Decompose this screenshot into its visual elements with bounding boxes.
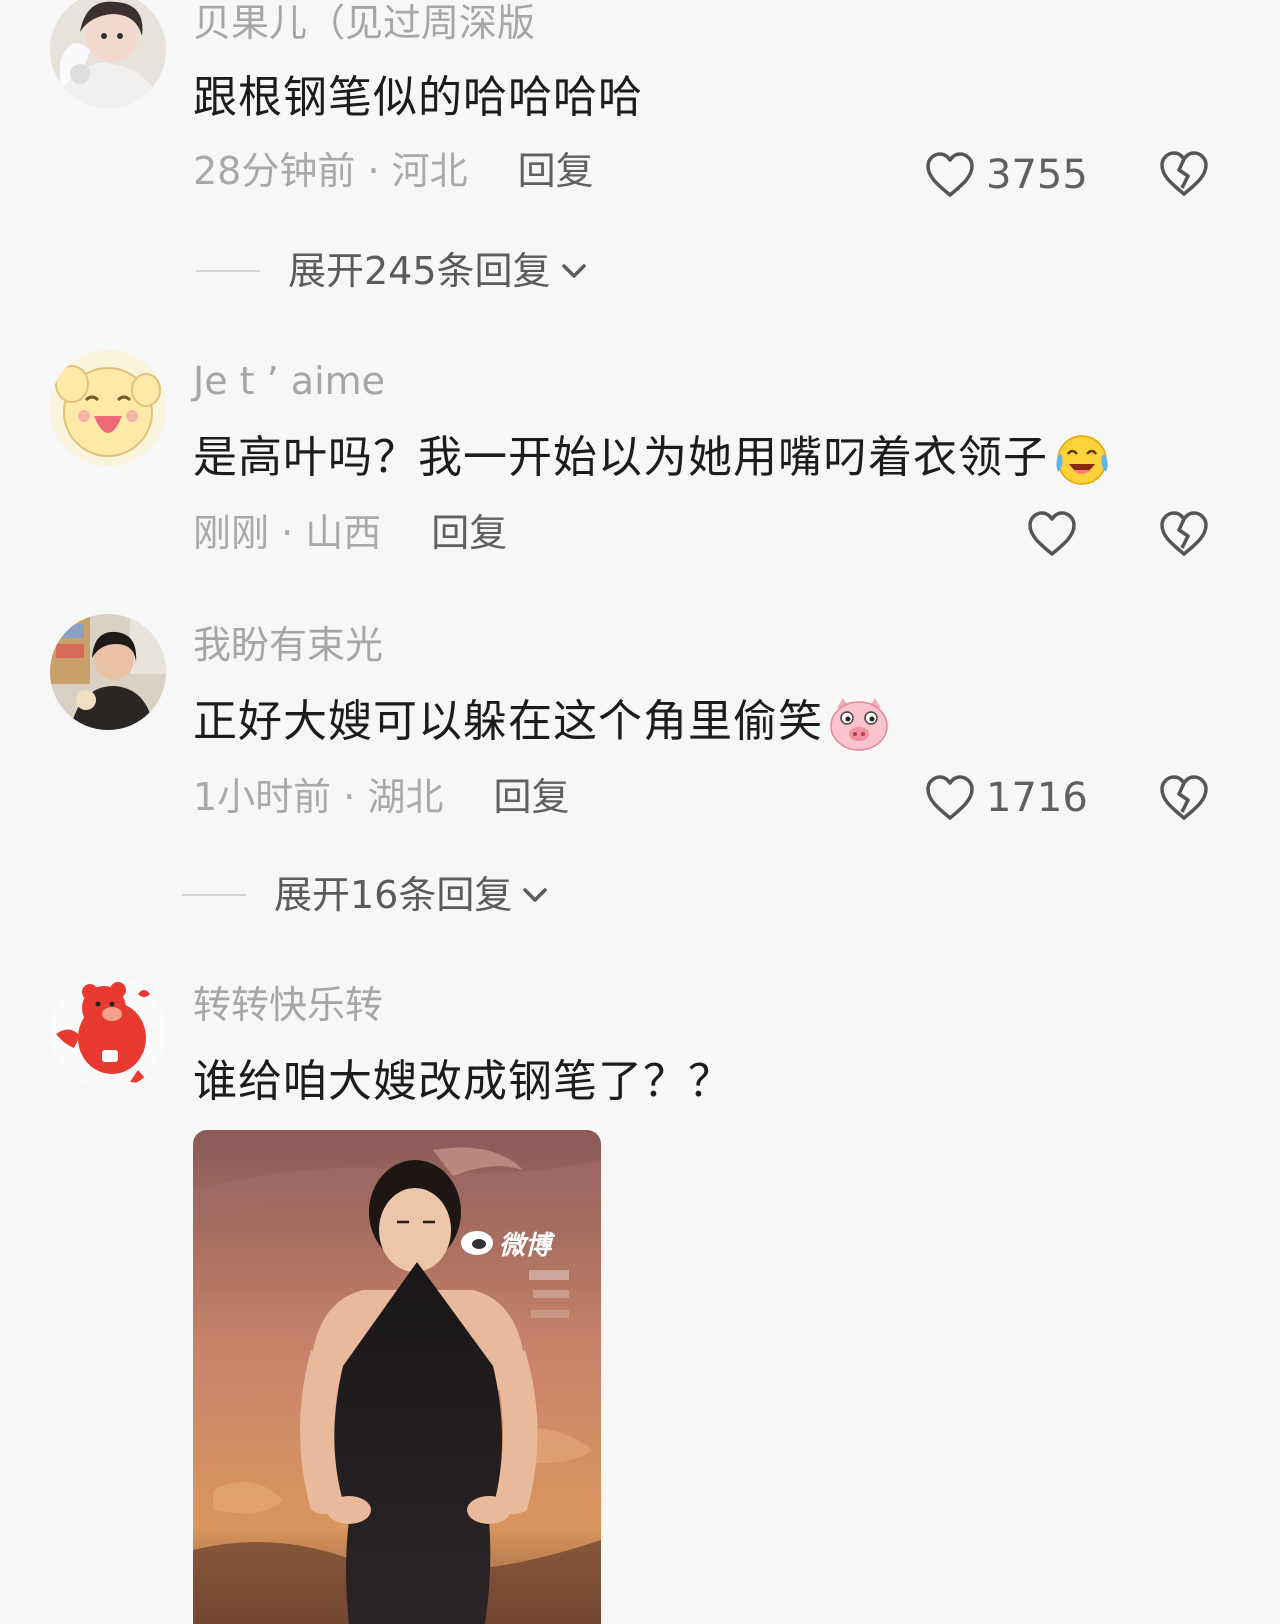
broken-heart-icon[interactable] bbox=[1158, 772, 1210, 824]
comment-location: 山西 bbox=[305, 511, 382, 555]
comment-time: 刚刚 bbox=[193, 511, 270, 555]
avatar[interactable] bbox=[50, 974, 166, 1090]
heart-icon bbox=[926, 775, 974, 820]
meta-separator: · bbox=[269, 511, 306, 555]
heart-icon bbox=[926, 152, 974, 197]
pig-face-emoji bbox=[830, 698, 888, 751]
comment-meta: 刚刚 · 山西 回复 bbox=[193, 514, 507, 552]
heart-icon bbox=[1028, 511, 1076, 556]
comment-time: 28分钟前 bbox=[193, 149, 356, 193]
comment-text: 是高叶吗？我一开始以为她用嘴叼着衣领子 bbox=[193, 432, 1112, 488]
comment-image[interactable]: 微博 bbox=[193, 1130, 601, 1624]
comment-text-content: 正好大嫂可以躲在这个角里偷笑 bbox=[193, 696, 823, 747]
expand-replies-label: 展开16条回复 bbox=[274, 873, 513, 917]
avatar[interactable] bbox=[50, 0, 166, 108]
broken-heart-icon[interactable] bbox=[1158, 508, 1210, 560]
avatar[interactable] bbox=[50, 614, 166, 730]
reply-button[interactable]: 回复 bbox=[518, 149, 594, 193]
watermark-text: 微博 bbox=[499, 1231, 556, 1261]
comment-username[interactable]: 我盼有束光 bbox=[193, 626, 383, 664]
comment-meta: 28分钟前 · 河北 回复 bbox=[193, 152, 594, 190]
comment-time: 1小时前 bbox=[193, 775, 332, 819]
crying-laughing-emoji bbox=[1056, 435, 1108, 485]
like-count: 1716 bbox=[986, 775, 1088, 821]
comment-username[interactable]: 贝果儿（见过周深版 bbox=[193, 4, 535, 42]
expand-replies-button[interactable]: 展开16条回复 bbox=[182, 876, 550, 914]
expand-replies-label: 展开245条回复 bbox=[288, 249, 551, 293]
meta-separator: · bbox=[355, 149, 392, 193]
like-button[interactable] bbox=[1026, 508, 1078, 560]
comment-meta: 1小时前 · 湖北 回复 bbox=[193, 778, 569, 816]
weibo-logo-icon bbox=[461, 1231, 493, 1255]
like-button[interactable]: 3755 bbox=[924, 149, 1088, 201]
comment-text: 谁给咱大嫂改成钢笔了？？ bbox=[193, 1056, 733, 1107]
chevron-down-icon bbox=[523, 888, 548, 902]
comment-location: 湖北 bbox=[367, 775, 444, 819]
comment-location: 河北 bbox=[391, 149, 468, 193]
broken-heart-icon[interactable] bbox=[1158, 148, 1210, 200]
meta-separator: · bbox=[331, 775, 368, 819]
reply-button[interactable]: 回复 bbox=[431, 511, 507, 555]
like-button[interactable]: 1716 bbox=[924, 772, 1088, 824]
divider-line bbox=[196, 270, 260, 272]
divider-line bbox=[182, 894, 246, 896]
comment-username[interactable]: Je t ’ aime bbox=[193, 362, 385, 400]
comment-text-content: 是高叶吗？我一开始以为她用嘴叼着衣领子 bbox=[193, 432, 1048, 483]
expand-replies-button[interactable]: 展开245条回复 bbox=[196, 252, 589, 290]
avatar[interactable] bbox=[50, 350, 166, 466]
chevron-down-icon bbox=[561, 264, 586, 278]
comment-text: 正好大嫂可以躲在这个角里偷笑 bbox=[193, 696, 891, 752]
comment-text: 跟根钢笔似的哈哈哈哈 bbox=[193, 72, 643, 123]
like-count: 3755 bbox=[986, 152, 1088, 198]
comment-username[interactable]: 转转快乐转 bbox=[193, 986, 383, 1024]
reply-button[interactable]: 回复 bbox=[493, 775, 569, 819]
